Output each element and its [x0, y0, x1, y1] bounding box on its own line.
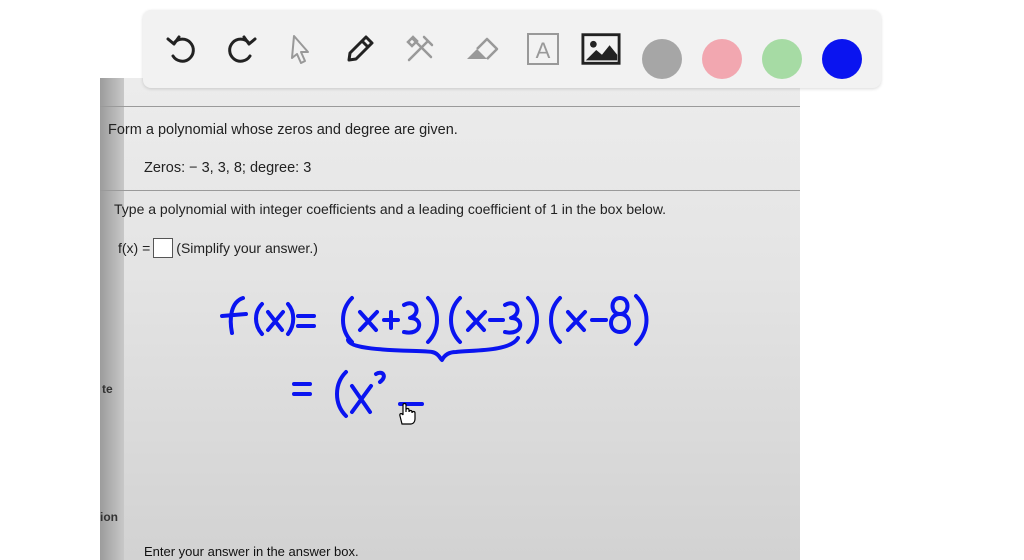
text-tool-button[interactable]: A [523, 29, 563, 69]
image-tool-button[interactable] [581, 29, 621, 69]
homework-photo: Form a polynomial whose zeros and degree… [100, 78, 800, 560]
answer-input-box[interactable] [153, 238, 174, 258]
fx-label: f(x) = [118, 240, 151, 256]
drawing-toolbar: A [143, 10, 881, 88]
select-tool-button[interactable] [281, 29, 321, 69]
pen-tool-button[interactable] [340, 29, 380, 69]
edge-text-fragment: ion [100, 510, 118, 524]
color-swatch-pink[interactable] [702, 39, 742, 79]
footer-instruction: Enter your answer in the answer box. [144, 544, 359, 559]
redo-button[interactable] [221, 29, 261, 69]
image-icon [581, 33, 621, 65]
color-swatch-gray[interactable] [642, 39, 682, 79]
edge-text-fragment: te [102, 382, 113, 396]
divider [100, 106, 800, 107]
hand-cursor-icon [399, 402, 416, 425]
pen-icon [347, 35, 374, 62]
divider [100, 190, 800, 191]
answer-row: f(x) = (Simplify your answer.) [118, 238, 318, 258]
question-title: Form a polynomial whose zeros and degree… [108, 122, 458, 138]
color-swatch-blue[interactable] [822, 39, 862, 79]
instruction-text: Type a polynomial with integer coefficie… [114, 201, 667, 217]
undo-icon [166, 35, 195, 63]
undo-button[interactable] [162, 29, 202, 69]
eraser-button[interactable] [461, 29, 501, 69]
tools-button[interactable] [400, 29, 440, 69]
eraser-icon [467, 37, 499, 60]
simplify-hint: (Simplify your answer.) [176, 240, 318, 256]
zeros-degree-line: Zeros: − 3, 3, 8; degree: 3 [144, 160, 312, 176]
screen-bezel [100, 78, 124, 560]
tools-icon [406, 35, 434, 62]
color-swatch-green[interactable] [762, 39, 802, 79]
redo-icon [228, 35, 257, 63]
select-pointer-icon [291, 35, 309, 64]
svg-text:A: A [536, 38, 551, 63]
text-icon: A [527, 33, 559, 65]
